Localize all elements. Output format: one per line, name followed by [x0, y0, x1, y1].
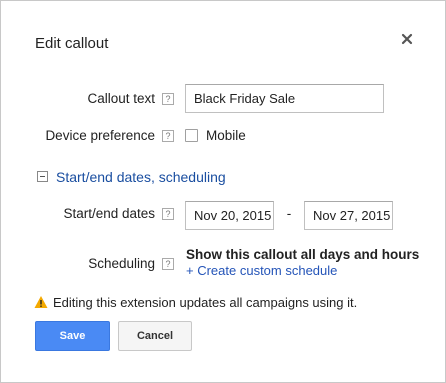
edit-callout-dialog: Edit callout Callout text ? Black Friday… — [0, 0, 446, 383]
dialog-title: Edit callout — [35, 35, 109, 52]
warning-icon — [34, 295, 48, 309]
dates-label: Start/end dates — [63, 206, 155, 221]
save-button[interactable]: Save — [35, 321, 110, 351]
scheduling-help-icon[interactable]: ? — [162, 258, 174, 270]
scheduling-label: Scheduling — [88, 256, 155, 271]
dates-help-icon[interactable]: ? — [162, 208, 174, 220]
start-date-input[interactable]: Nov 20, 2015 — [185, 201, 274, 230]
callout-text-input[interactable]: Black Friday Sale — [185, 84, 384, 113]
warning-text: Editing this extension updates all campa… — [53, 295, 358, 310]
callout-text-help-icon[interactable]: ? — [162, 93, 174, 105]
scheduling-section-toggle[interactable]: Start/end dates, scheduling — [56, 169, 226, 185]
collapse-icon[interactable] — [37, 171, 48, 182]
device-preference-help-icon[interactable]: ? — [162, 130, 174, 142]
mobile-checkbox-label[interactable]: Mobile — [206, 128, 246, 143]
cancel-button[interactable]: Cancel — [118, 321, 192, 351]
close-icon[interactable] — [398, 30, 416, 48]
device-preference-label: Device preference — [45, 128, 155, 143]
create-custom-schedule-link[interactable]: + Create custom schedule — [186, 263, 337, 278]
schedule-summary: Show this callout all days and hours — [186, 247, 420, 262]
end-date-input[interactable]: Nov 27, 2015 — [304, 201, 393, 230]
date-separator: - — [286, 206, 292, 221]
mobile-checkbox[interactable] — [185, 129, 198, 142]
callout-text-label: Callout text — [87, 91, 155, 106]
